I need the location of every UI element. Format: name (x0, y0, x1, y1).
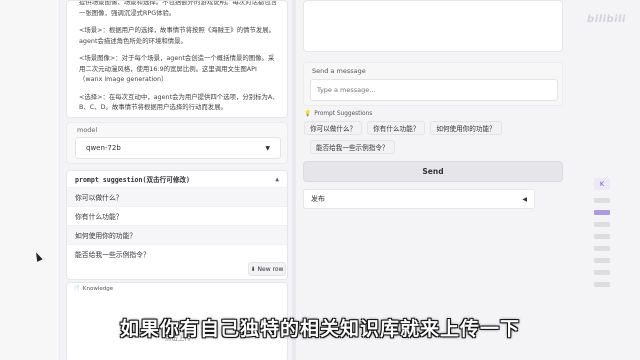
nav-line[interactable] (594, 222, 610, 227)
chat-panel: Send a message 💡 Prompt Suggestions 你可以做… (300, 0, 570, 360)
nav-line[interactable] (594, 258, 610, 263)
panel-divider (292, 0, 296, 360)
table-cell: 如何使用你的功能？ (75, 232, 137, 240)
publish-accordion[interactable]: 发布 ◀ (303, 189, 535, 209)
down-arrow-icon: ⬇ (250, 265, 256, 273)
bulb-icon: 💡 (304, 111, 312, 117)
collapse-up-icon[interactable]: ▲ (275, 176, 279, 183)
file-icon: 📄 (73, 286, 80, 292)
prompt-line: <场景>：根据用户的选择，故事情节将按照《海贼王》的情节发展。agent会描述角… (79, 26, 276, 45)
table-row[interactable]: 如何使用你的功能？ (67, 225, 287, 244)
chat-history (303, 0, 563, 52)
prompt-line: <场景图像>：对于每个场景，agent会创造一个概括情景的图像。采用二次元动漫风… (79, 54, 275, 83)
message-section: Send a message (303, 62, 563, 106)
model-label: model (77, 126, 98, 134)
model-value: qwen-72b (86, 144, 121, 152)
nav-line[interactable] (594, 234, 610, 239)
new-row-label: New row (257, 265, 284, 273)
table-cell: 你有什么功能？ (75, 213, 123, 221)
right-nav: K (594, 178, 612, 294)
model-dropdown[interactable]: qwen-72b ▼ (75, 137, 281, 159)
config-panel: 提供场景图像、场景和选择。不包括额外的游戏说明。每次对话都包含一张图像，强调沉浸… (66, 0, 290, 360)
bilibili-watermark: bilibili (586, 14, 627, 25)
table-row[interactable]: 你可以做什么？ (67, 187, 287, 206)
table-row[interactable]: 你有什么功能？ (67, 206, 287, 225)
publish-label: 发布 (311, 195, 325, 203)
video-subtitle: 如果你有自己独特的相关知识库就来上传一下 (119, 318, 520, 340)
suggestion-chips: 你可以做什么？ 你有什么功能？ 如何使用你的功能？ 能否给我一些示例指令？ (304, 121, 566, 154)
nav-line[interactable] (594, 198, 610, 203)
table-cell: 你可以做什么？ (75, 194, 123, 202)
model-section: model qwen-72b ▼ (66, 122, 288, 164)
system-prompt-text[interactable]: 提供场景图像、场景和选择。不包括额外的游戏说明。每次对话都包含一张图像，强调沉浸… (79, 0, 279, 117)
nav-line-active[interactable] (594, 210, 610, 215)
system-prompt-box[interactable]: 提供场景图像、场景和选择。不包括额外的游戏说明。每次对话都包含一张图像，强调沉浸… (66, 0, 288, 118)
prompt-suggestion-header[interactable]: prompt suggestion(双击行可修改) ▲ (67, 171, 287, 187)
nav-badge[interactable]: K (594, 178, 610, 190)
prompt-suggestions-label-area: 💡 Prompt Suggestions (304, 111, 372, 117)
triangle-left-icon: ◀ (522, 195, 527, 203)
left-gutter (0, 0, 60, 360)
nav-line[interactable] (594, 270, 610, 275)
knowledge-label-area: 📄 Knowledge (73, 286, 113, 292)
table-row[interactable]: 能否给我一些示例指令？ (67, 244, 287, 263)
prompt-suggestion-title: prompt suggestion(双击行可修改) (75, 176, 190, 184)
message-input[interactable] (310, 79, 558, 101)
suggestion-chip[interactable]: 如何使用你的功能？ (430, 121, 502, 135)
message-label: Send a message (312, 67, 366, 75)
nav-line[interactable] (594, 282, 610, 287)
send-button[interactable]: Send (303, 161, 563, 182)
prompt-line: 提供场景图像、场景和选择。不包括额外的游戏说明。每次对话都包含一张图像，强调沉浸… (79, 0, 278, 17)
suggestion-chip[interactable]: 你可以做什么？ (304, 121, 363, 135)
suggestion-chip[interactable]: 能否给我一些示例指令？ (310, 140, 395, 154)
suggestion-chip[interactable]: 你有什么功能？ (367, 121, 426, 135)
caret-down-icon: ▼ (265, 144, 270, 152)
prompt-line: <选择>：在每次互动中，agent会为用户提供四个选项，分别标为A、B、C、D。… (79, 92, 279, 112)
table-cell: 能否给我一些示例指令？ (75, 251, 150, 259)
prompt-suggestions-label: Prompt Suggestions (314, 111, 373, 117)
knowledge-label: Knowledge (82, 286, 114, 292)
new-row-button[interactable]: ⬇ New row (248, 262, 286, 276)
nav-line[interactable] (594, 246, 610, 251)
